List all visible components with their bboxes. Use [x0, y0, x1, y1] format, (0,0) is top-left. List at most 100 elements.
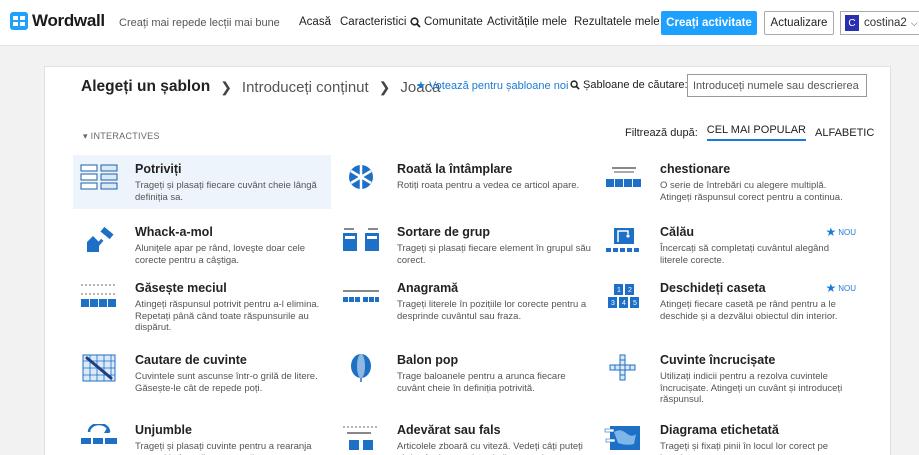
filter-bar: Filtrează după: CEL MAI POPULAR ALFABETI…	[625, 124, 874, 141]
template-desc: Utilizați indicii pentru a rezolva cuvin…	[660, 371, 843, 405]
template-desc: Atingeți răspunsul potrivit pentru a-l e…	[135, 299, 320, 333]
balloon-icon	[351, 354, 371, 382]
nav-home[interactable]: Acasă	[299, 16, 331, 28]
template-title: Diagrama etichetată	[660, 423, 779, 437]
section-label: INTERACTIVES	[90, 131, 160, 141]
svg-text:2: 2	[628, 287, 632, 294]
open-box-icon: 1 2 3 4 5	[608, 284, 639, 308]
whack-icon	[87, 226, 114, 252]
filter-alphabetic[interactable]: ALFABETIC	[815, 127, 874, 139]
search-icon	[410, 16, 421, 28]
user-menu[interactable]: C costina2 ⌵	[840, 11, 919, 35]
chevron-right-icon: ❯	[220, 78, 232, 95]
match-up-icon	[80, 164, 118, 190]
logo-text: Wordwall	[32, 11, 105, 30]
star-icon: ★	[416, 80, 426, 92]
search-icon	[570, 80, 580, 90]
group-sort-icon	[343, 228, 379, 251]
crossword-icon	[609, 354, 636, 381]
find-match-icon	[81, 284, 117, 307]
anagram-icon	[343, 290, 379, 302]
template-title: Cautare de cuvinte	[135, 353, 247, 367]
nav-features[interactable]: Caracteristici	[340, 16, 406, 28]
template-card[interactable]: 1 2 3 4 5 Deschideți caseta ★ NOU Atingeț…	[598, 274, 856, 328]
template-title: Unjumble	[135, 423, 192, 437]
template-desc: Încercați să completați cuvântul alegând…	[660, 243, 829, 266]
template-card[interactable]: Balon pop Trage baloanele pentru a arunc…	[335, 346, 593, 400]
nav-my-activities[interactable]: Activitățile mele	[487, 16, 567, 28]
nav-community-label: Comunitate	[424, 16, 483, 28]
new-badge-label: NOU	[838, 227, 856, 237]
template-title: Deschideți caseta	[660, 281, 766, 295]
vote-link[interactable]: ★ Votează pentru șabloane noi	[416, 79, 568, 92]
new-badge: ★ NOU	[825, 225, 856, 239]
new-badge-label: NOU	[838, 283, 856, 293]
unjumble-icon	[81, 424, 117, 444]
create-activity-button[interactable]: Creați activitate	[661, 11, 757, 35]
template-card[interactable]: Cuvinte încrucișate Utilizați indicii pe…	[598, 346, 856, 405]
template-card[interactable]: Anagramă Trageți literele în pozițiile l…	[335, 274, 593, 328]
search-label: Șabloane de căutare:	[570, 79, 688, 91]
template-card[interactable]: Diagrama etichetată Trageți și fixați pi…	[598, 416, 856, 455]
avatar: C	[845, 15, 859, 31]
template-title: chestionare	[660, 162, 731, 176]
template-card[interactable]: Potriviți Trageți și plasați fiecare cuv…	[73, 155, 331, 209]
template-title: Whack-a-mol	[135, 225, 213, 239]
template-card[interactable]: Unjumble Trageți și plasați cuvinte pent…	[73, 416, 331, 455]
crumb-enter-content: Introduceți conținut	[241, 78, 369, 96]
nav-my-results[interactable]: Rezultatele mele	[574, 16, 660, 28]
quiz-icon	[606, 167, 641, 187]
logo[interactable]: Wordwall	[10, 11, 105, 31]
vote-label: Votează pentru șabloane noi	[428, 80, 569, 92]
template-card[interactable]: chestionare O serie de întrebări cu aleg…	[598, 155, 856, 209]
template-title: Găsește meciul	[135, 281, 227, 295]
wordsearch-icon	[82, 354, 116, 382]
wheel-icon	[349, 165, 373, 189]
tagline: Creați mai repede lecții mai bune	[119, 17, 280, 29]
true-false-icon	[343, 426, 379, 450]
template-card[interactable]: Adevărat sau fals Articolele zboară cu v…	[335, 416, 593, 455]
breadcrumb: Alegeți un șablon ❯ Introduceți conținut…	[81, 78, 440, 96]
svg-text:1: 1	[617, 287, 621, 294]
upgrade-button[interactable]: Actualizare	[764, 11, 834, 35]
template-title: Balon pop	[397, 353, 459, 367]
top-bar: Wordwall Creați mai repede lecții mai bu…	[0, 0, 919, 46]
labelled-diagram-icon	[604, 426, 640, 450]
template-panel: Alegeți un șablon ❯ Introduceți conținut…	[44, 66, 891, 455]
template-desc: Articolele zboară cu viteză. Vedeți câți…	[397, 441, 583, 455]
template-card[interactable]: Roată la întâmplare Rotiți roata pentru …	[335, 155, 593, 209]
template-desc: Trageți și plasați cuvinte pentru a rear…	[135, 441, 312, 455]
template-title: Roată la întâmplare	[397, 162, 513, 176]
template-desc: Trageți literele în pozițiile lor corect…	[397, 299, 587, 322]
template-card[interactable]: Călău ★ NOU Încercați să completați cuvân…	[598, 218, 856, 272]
filter-most-popular[interactable]: CEL MAI POPULAR	[706, 124, 806, 141]
template-card[interactable]: Găsește meciul Atingeți răspunsul potriv…	[73, 274, 331, 333]
template-desc: Atingeți fiecare casetă pe rând pentru a…	[660, 299, 838, 322]
template-desc: Trageți și plasați fiecare element în gr…	[397, 243, 591, 266]
star-icon: ★	[825, 281, 837, 295]
chevron-right-icon: ❯	[378, 78, 391, 95]
template-desc: Cuvintele sunt ascunse într-o grilă de l…	[135, 371, 318, 394]
template-title: Potriviți	[135, 162, 182, 176]
template-card[interactable]: Whack-a-mol Aluniţele apar pe rând, love…	[73, 218, 331, 272]
template-title: Cuvinte încrucișate	[660, 353, 776, 367]
template-title: Anagramă	[397, 281, 459, 295]
template-desc: Rotiți roata pentru a vedea ce articol a…	[397, 180, 580, 191]
star-icon: ★	[825, 225, 837, 239]
search-label-text: Șabloane de căutare:	[583, 79, 688, 91]
template-title: Sortare de grup	[397, 225, 491, 239]
template-card[interactable]: Sortare de grup Trageți și plasați fieca…	[335, 218, 593, 272]
triangle-down-icon: ▾	[83, 131, 88, 141]
template-title: Adevărat sau fals	[397, 423, 501, 437]
user-name: costina2	[864, 17, 907, 29]
crumb-choose-template: Alegeți un șablon	[81, 78, 211, 95]
svg-text:3: 3	[611, 300, 615, 307]
template-card[interactable]: Cautare de cuvinte Cuvintele sunt ascuns…	[73, 346, 331, 400]
template-desc: Trageți și plasați fiecare cuvânt cheie …	[135, 180, 317, 203]
svg-text:4: 4	[622, 300, 626, 307]
nav-community[interactable]: Comunitate	[410, 16, 483, 28]
template-search-input[interactable]	[687, 74, 867, 97]
section-toggle[interactable]: ▾ INTERACTIVES	[83, 131, 160, 142]
template-desc: Trage baloanele pentru a arunca fiecare …	[397, 371, 566, 394]
chevron-down-icon: ⌵	[910, 17, 918, 28]
